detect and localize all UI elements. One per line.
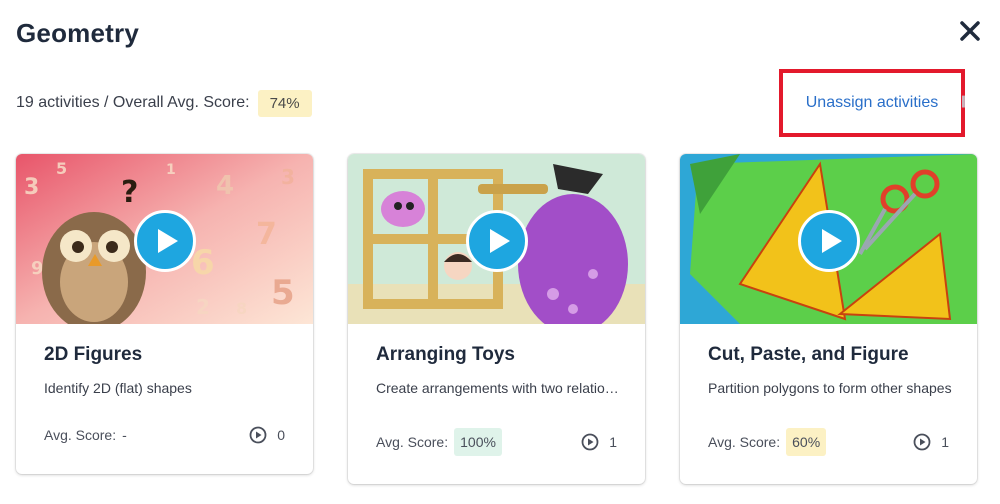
avg-score: Avg. Score: -	[44, 427, 127, 443]
svg-text:3: 3	[281, 165, 295, 189]
play-circle-icon	[249, 426, 267, 444]
svg-text:5: 5	[56, 159, 67, 178]
card-title: Cut, Paste, and Figure	[708, 344, 909, 365]
unassign-activities-link[interactable]: Unassign activities	[806, 94, 939, 112]
activity-card-cut-paste-figure[interactable]: Cut, Paste, and Figure Partition polygon…	[680, 154, 977, 484]
svg-text:4: 4	[216, 171, 234, 201]
svg-text:1: 1	[166, 162, 176, 178]
avg-score-badge: 100%	[454, 428, 502, 456]
play-button[interactable]	[466, 210, 528, 272]
play-count: 0	[249, 426, 285, 444]
svg-text:5: 5	[271, 273, 295, 313]
card-description: Partition polygons to form other shapes	[708, 380, 952, 396]
close-icon	[960, 21, 980, 41]
activity-summary: 19 activities / Overall Avg. Score: 74%	[16, 88, 312, 118]
play-count-value: 1	[609, 434, 617, 450]
svg-text:8: 8	[236, 299, 247, 318]
play-circle-icon	[581, 433, 599, 451]
activity-thumbnail[interactable]	[680, 154, 977, 324]
play-icon	[821, 229, 842, 253]
activity-thumbnail[interactable]	[348, 154, 645, 324]
card-title: 2D Figures	[44, 344, 143, 365]
play-button[interactable]	[798, 210, 860, 272]
avg-score-label: Avg. Score:	[708, 434, 781, 450]
card-title: Arranging Toys	[376, 344, 515, 365]
avg-score: Avg. Score: 100%	[376, 428, 502, 456]
avg-score-label: Avg. Score:	[376, 434, 449, 450]
close-button[interactable]	[955, 16, 985, 46]
play-button[interactable]	[134, 210, 196, 272]
activity-card-arranging-toys[interactable]: Arranging Toys Create arrangements with …	[348, 154, 645, 484]
play-count: 1	[581, 433, 617, 451]
page-title: Geometry	[16, 18, 139, 48]
activity-card-2d-figures[interactable]: 3 5 4 7 6 5 8 9 2 3 1 ? 2D Figures Ident…	[16, 154, 313, 474]
summary-text: 19 activities / Overall Avg. Score:	[16, 94, 250, 111]
play-count-value: 1	[941, 434, 949, 450]
svg-text:7: 7	[256, 217, 277, 252]
unassign-highlight-box: Unassign activities	[779, 69, 965, 137]
play-circle-icon	[913, 433, 931, 451]
svg-text:2: 2	[196, 295, 210, 319]
avg-score: Avg. Score: 60%	[708, 428, 827, 456]
trash-icon[interactable]: ▍	[962, 97, 970, 108]
svg-text:?: ?	[121, 175, 138, 210]
card-footer: Avg. Score: - 0	[44, 426, 285, 444]
avg-score-label: Avg. Score:	[44, 427, 117, 443]
avg-score-value: -	[122, 427, 127, 443]
play-count: 1	[913, 433, 949, 451]
avg-score-badge: 60%	[786, 428, 827, 456]
overall-score-badge: 74%	[257, 89, 312, 117]
play-icon	[489, 229, 510, 253]
card-description: Create arrangements with two relationshi…	[376, 380, 626, 396]
play-icon	[157, 229, 178, 253]
play-count-value: 0	[277, 427, 285, 443]
activity-thumbnail[interactable]: 3 5 4 7 6 5 8 9 2 3 1 ?	[16, 154, 313, 324]
svg-text:9: 9	[31, 258, 44, 279]
card-footer: Avg. Score: 100% 1	[376, 428, 617, 456]
card-footer: Avg. Score: 60% 1	[708, 428, 949, 456]
card-description: Identify 2D (flat) shapes	[44, 380, 192, 396]
svg-text:3: 3	[24, 175, 39, 200]
